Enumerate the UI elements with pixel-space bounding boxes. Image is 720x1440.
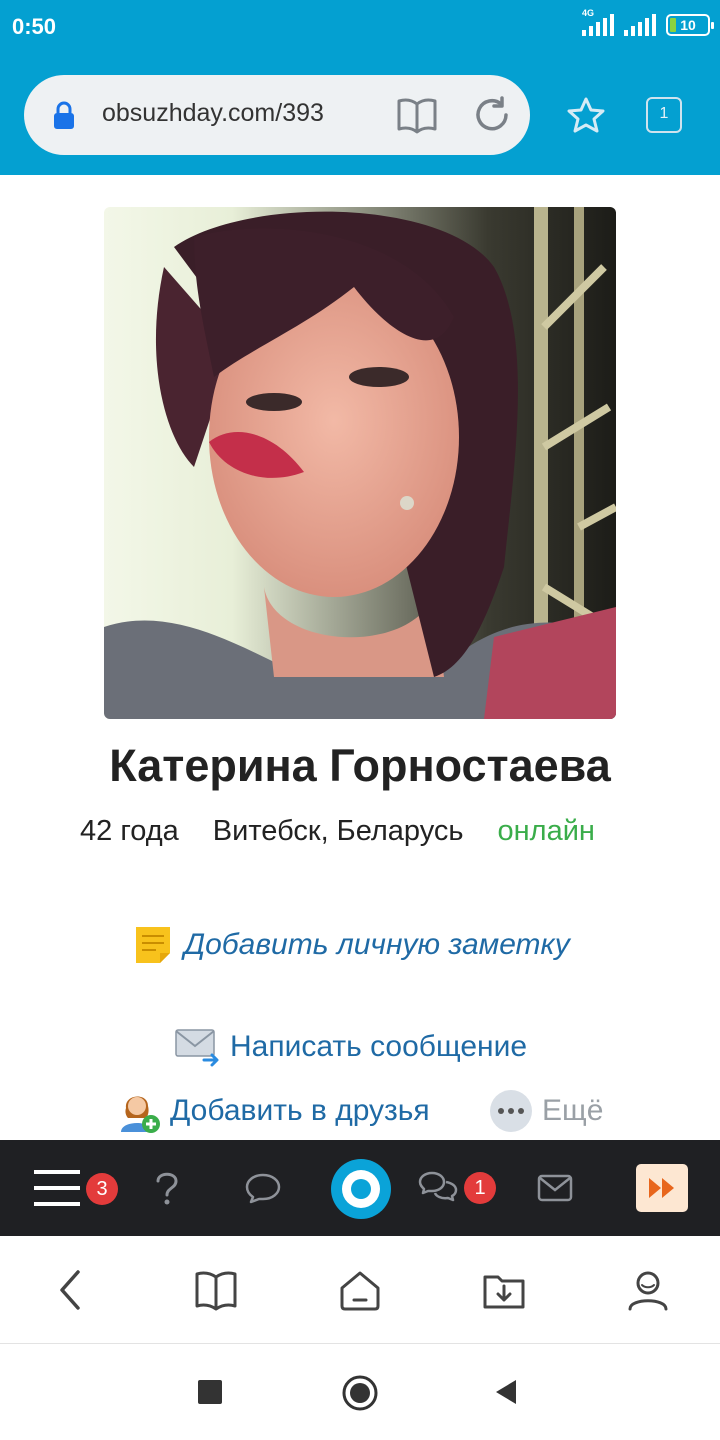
profile-location[interactable]: Витебск, Беларусь [213,815,464,848]
tabs-counter-button[interactable]: 1 [646,97,682,133]
menu-badge: 3 [86,1173,118,1205]
recent-apps-icon[interactable] [198,1380,222,1404]
more-actions-button[interactable]: Ещё [490,1090,603,1132]
envelope-icon [175,1029,219,1067]
fast-forward-icon [649,1178,674,1198]
battery-level: 10 [680,17,696,33]
add-friend-link[interactable]: Добавить в друзья [118,1088,430,1134]
browser-top-bar: 0:50 4G 10 obsuzhday.com/393 1 [0,0,720,175]
add-note-link[interactable]: Добавить личную заметку [134,925,570,965]
profile-name: Катерина Горностаева [109,740,611,791]
lock-icon [54,101,74,129]
browser-bottom-nav [0,1236,720,1344]
help-icon[interactable] [153,1170,181,1208]
write-message-link[interactable]: Написать сообщение [174,1026,527,1068]
add-friend-icon [121,1096,160,1133]
site-logo-icon[interactable] [328,1156,394,1222]
profile-photo[interactable] [104,207,616,719]
menu-icon[interactable] [34,1168,80,1208]
home-icon[interactable] [338,1268,382,1312]
battery-icon: 10 [666,14,714,36]
add-friend-label[interactable]: Добавить в друзья [170,1094,430,1128]
home-circle-icon[interactable] [342,1375,378,1411]
mail-icon[interactable] [537,1174,573,1202]
chats-badge: 1 [464,1172,496,1204]
chats-icon[interactable] [418,1170,458,1206]
url-text[interactable]: obsuzhday.com/393 [102,99,384,128]
profile-info: 42 года Витебск, Беларусь онлайн [80,815,680,848]
write-message-label[interactable]: Написать сообщение [230,1030,527,1064]
add-note-label[interactable]: Добавить личную заметку [184,928,570,962]
site-bottom-bar: 3 1 [0,1140,720,1236]
more-dots-icon [490,1090,532,1132]
profile-photo-image [104,207,616,719]
profile-icon[interactable] [626,1268,670,1312]
url-bar[interactable]: obsuzhday.com/393 [24,75,530,155]
fast-forward-button[interactable] [636,1164,688,1212]
reader-mode-icon[interactable] [396,95,438,135]
bookmark-star-icon[interactable] [566,96,606,136]
bookmarks-book-icon[interactable] [194,1268,238,1312]
system-nav-bar [0,1344,720,1440]
signal-icon [624,14,656,36]
online-status: онлайн [497,815,595,847]
comments-icon[interactable] [245,1172,281,1204]
back-icon[interactable] [50,1268,94,1312]
profile-age: 42 года [80,815,179,847]
more-label[interactable]: Ещё [542,1094,603,1128]
status-time: 0:50 [12,14,57,39]
reload-icon[interactable] [472,95,512,135]
back-triangle-icon[interactable] [494,1379,518,1405]
signal-4g-icon: 4G [582,8,614,36]
status-icons: 4G 10 [582,8,714,36]
downloads-icon[interactable] [482,1268,526,1312]
network-type-label: 4G [582,8,595,18]
sticky-note-icon [136,927,170,963]
